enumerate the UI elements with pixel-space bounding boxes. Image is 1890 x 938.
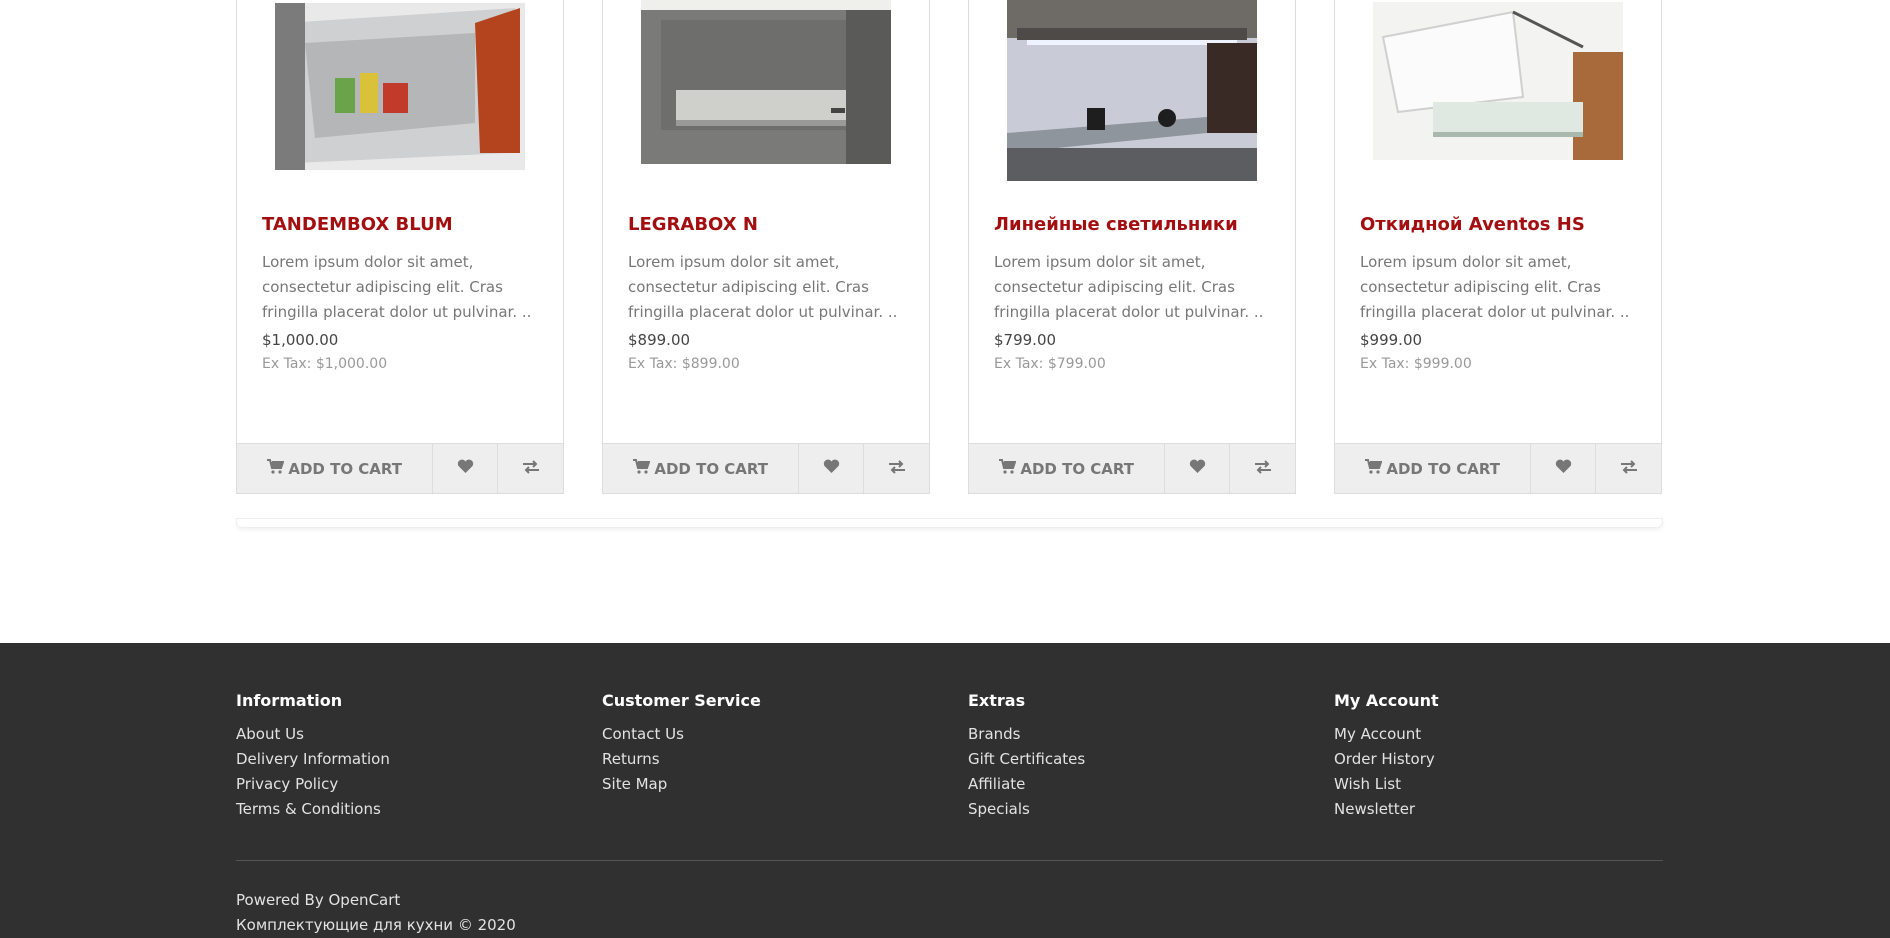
footer-link[interactable]: Brands bbox=[968, 722, 1085, 747]
product-ex-tax: Ex Tax: $999.00 bbox=[1360, 356, 1472, 372]
product-image[interactable] bbox=[969, 0, 1295, 192]
shopping-cart-icon bbox=[1365, 459, 1383, 478]
add-to-wishlist-button[interactable] bbox=[1531, 444, 1597, 493]
product-price: $1,000.00 bbox=[262, 331, 339, 349]
heart-icon bbox=[1189, 459, 1206, 478]
footer-link[interactable]: Privacy Policy bbox=[236, 772, 390, 797]
product-name-link[interactable]: Откидной Aventos HS bbox=[1360, 214, 1585, 235]
shopping-cart-icon bbox=[267, 459, 285, 478]
footer-divider bbox=[236, 860, 1663, 861]
footer-link[interactable]: My Account bbox=[1334, 722, 1439, 747]
product-card: Линейные светильники Lorem ipsum dolor s… bbox=[968, 0, 1296, 494]
product-image[interactable] bbox=[603, 0, 929, 192]
footer-link[interactable]: Order History bbox=[1334, 747, 1439, 772]
product-actions: Add to Cart bbox=[237, 443, 563, 493]
footer-credits: Powered By OpenCart Комплектующие для ку… bbox=[236, 888, 516, 938]
shopping-cart-icon bbox=[999, 459, 1017, 478]
product-card: LEGRABOX N Lorem ipsum dolor sit amet, c… bbox=[602, 0, 930, 494]
footer-heading: Information bbox=[236, 691, 343, 710]
footer-link[interactable]: Newsletter bbox=[1334, 797, 1439, 822]
product-description: Lorem ipsum dolor sit amet, consectetur … bbox=[262, 253, 532, 321]
product-card: TANDEMBOX BLUM Lorem ipsum dolor sit ame… bbox=[236, 0, 564, 494]
footer-heading: Extras bbox=[968, 691, 1026, 710]
add-to-cart-label: Add to Cart bbox=[1386, 459, 1501, 478]
product-name-link[interactable]: Линейные светильники bbox=[994, 214, 1238, 235]
footer-link[interactable]: Contact Us bbox=[602, 722, 761, 747]
section-divider bbox=[236, 518, 1663, 528]
add-to-cart-label: Add to Cart bbox=[288, 459, 403, 478]
product-name-link[interactable]: LEGRABOX N bbox=[628, 214, 758, 235]
product-description: Lorem ipsum dolor sit amet, consectetur … bbox=[994, 253, 1264, 321]
footer-link[interactable]: Site Map bbox=[602, 772, 761, 797]
footer-column-customer-service: Customer Service Contact Us Returns Site… bbox=[602, 691, 761, 797]
product-price: $799.00 bbox=[994, 331, 1057, 349]
product-ex-tax: Ex Tax: $799.00 bbox=[994, 356, 1106, 372]
add-to-cart-label: Add to Cart bbox=[1020, 459, 1135, 478]
add-to-cart-button[interactable]: Add to Cart bbox=[969, 444, 1166, 493]
powered-by-text: Powered By bbox=[236, 891, 324, 909]
shopping-cart-icon bbox=[633, 459, 651, 478]
exchange-arrows-icon bbox=[522, 459, 540, 478]
compare-button[interactable] bbox=[864, 444, 929, 493]
footer-link[interactable]: Affiliate bbox=[968, 772, 1085, 797]
compare-button[interactable] bbox=[1230, 444, 1295, 493]
footer-column-extras: Extras Brands Gift Certificates Affiliat… bbox=[968, 691, 1085, 822]
site-footer: Information About Us Delivery Informatio… bbox=[0, 643, 1890, 938]
footer-link[interactable]: About Us bbox=[236, 722, 390, 747]
add-to-cart-button[interactable]: Add to Cart bbox=[1335, 444, 1532, 493]
footer-heading: My Account bbox=[1334, 691, 1439, 710]
exchange-arrows-icon bbox=[1254, 459, 1272, 478]
compare-button[interactable] bbox=[1596, 444, 1661, 493]
product-description: Lorem ipsum dolor sit amet, consectetur … bbox=[628, 253, 898, 321]
product-actions: Add to Cart bbox=[969, 443, 1295, 493]
heart-icon bbox=[457, 459, 474, 478]
copyright-text: Комплектующие для кухни © 2020 bbox=[236, 916, 516, 934]
product-ex-tax: Ex Tax: $899.00 bbox=[628, 356, 740, 372]
product-price: $899.00 bbox=[628, 331, 691, 349]
footer-link[interactable]: Delivery Information bbox=[236, 747, 390, 772]
product-actions: Add to Cart bbox=[1335, 443, 1661, 493]
heart-icon bbox=[1555, 459, 1572, 478]
footer-link[interactable]: Wish List bbox=[1334, 772, 1439, 797]
add-to-wishlist-button[interactable] bbox=[799, 444, 865, 493]
exchange-arrows-icon bbox=[888, 459, 906, 478]
opencart-link[interactable]: OpenCart bbox=[329, 891, 401, 909]
exchange-arrows-icon bbox=[1620, 459, 1638, 478]
add-to-cart-button[interactable]: Add to Cart bbox=[603, 444, 800, 493]
footer-link[interactable]: Returns bbox=[602, 747, 761, 772]
footer-link[interactable]: Specials bbox=[968, 797, 1085, 822]
footer-column-information: Information About Us Delivery Informatio… bbox=[236, 691, 390, 822]
product-ex-tax: Ex Tax: $1,000.00 bbox=[262, 356, 388, 372]
compare-button[interactable] bbox=[498, 444, 563, 493]
add-to-cart-button[interactable]: Add to Cart bbox=[237, 444, 434, 493]
product-name-link[interactable]: TANDEMBOX BLUM bbox=[262, 214, 453, 235]
footer-link[interactable]: Terms & Conditions bbox=[236, 797, 390, 822]
footer-link[interactable]: Gift Certificates bbox=[968, 747, 1085, 772]
product-actions: Add to Cart bbox=[603, 443, 929, 493]
add-to-cart-label: Add to Cart bbox=[654, 459, 769, 478]
footer-column-my-account: My Account My Account Order History Wish… bbox=[1334, 691, 1439, 822]
product-image[interactable] bbox=[237, 0, 563, 192]
product-card: Откидной Aventos HS Lorem ipsum dolor si… bbox=[1334, 0, 1662, 494]
add-to-wishlist-button[interactable] bbox=[1165, 444, 1231, 493]
product-description: Lorem ipsum dolor sit amet, consectetur … bbox=[1360, 253, 1630, 321]
add-to-wishlist-button[interactable] bbox=[433, 444, 499, 493]
footer-heading: Customer Service bbox=[602, 691, 761, 710]
heart-icon bbox=[823, 459, 840, 478]
product-grid: TANDEMBOX BLUM Lorem ipsum dolor sit ame… bbox=[236, 0, 1663, 495]
product-price: $999.00 bbox=[1360, 331, 1423, 349]
product-image[interactable] bbox=[1335, 0, 1661, 192]
